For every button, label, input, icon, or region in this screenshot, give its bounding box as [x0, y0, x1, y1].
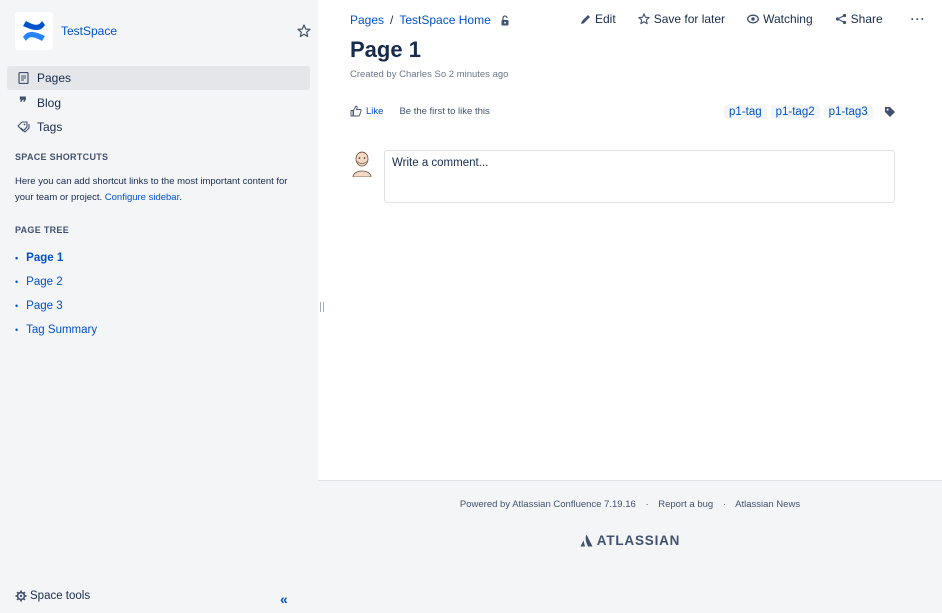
tag-icon[interactable]	[884, 106, 896, 118]
atlassian-news-link[interactable]: Atlassian News	[735, 499, 800, 510]
star-outline-icon	[637, 13, 650, 25]
gear-icon	[15, 590, 27, 602]
like-button[interactable]: Like	[350, 105, 383, 117]
breadcrumb: Pages / TestSpace Home	[350, 13, 511, 27]
comment-input[interactable]: Write a comment...	[384, 150, 895, 203]
sidebar-item-blog[interactable]: ❞ Blog	[7, 91, 310, 115]
space-tools-label: Space tools	[30, 590, 91, 602]
breadcrumb-separator: /	[390, 13, 394, 27]
star-icon[interactable]	[297, 24, 311, 38]
save-for-later-button[interactable]: Save for later	[637, 12, 726, 26]
report-bug-link[interactable]: Report a bug	[658, 499, 713, 510]
page-tree-item-tag-summary[interactable]: Tag Summary	[15, 318, 97, 342]
more-actions-icon[interactable]: ···	[911, 12, 926, 26]
pencil-icon	[579, 13, 591, 25]
sidebar-item-pages[interactable]: Pages	[7, 66, 310, 90]
thumbs-up-icon	[350, 105, 362, 117]
sidebar: TestSpace Pages ❞ Blog Tags SPACE SHORTC…	[0, 0, 318, 613]
page-footer: Powered by Atlassian Confluence 7.19.16 …	[318, 480, 942, 613]
atlassian-logo[interactable]: ATLASSIAN	[318, 533, 942, 548]
page-labels: p1-tag p1-tag2 p1-tag3	[724, 105, 896, 119]
footer-links: Powered by Atlassian Confluence 7.19.16 …	[318, 499, 942, 510]
page-actions: Edit Save for later Watching Share ···	[579, 12, 926, 26]
user-avatar	[352, 151, 372, 177]
share-icon	[835, 13, 847, 25]
sidebar-item-tags[interactable]: Tags	[7, 115, 310, 139]
space-name[interactable]: TestSpace	[61, 24, 117, 38]
footer-separator: ·	[722, 499, 726, 510]
save-for-later-label: Save for later	[653, 12, 726, 26]
space-tools-button[interactable]: Space tools	[15, 590, 90, 602]
sidebar-item-label: Tags	[37, 120, 63, 134]
like-label: Like	[366, 105, 384, 117]
breadcrumb-space-home[interactable]: TestSpace Home	[399, 13, 490, 27]
watching-button[interactable]: Watching	[747, 12, 813, 26]
watching-label: Watching	[763, 12, 813, 26]
space-header[interactable]: TestSpace	[15, 12, 117, 50]
confluence-logo-icon[interactable]	[15, 12, 53, 50]
atlassian-mark-icon	[580, 534, 593, 547]
unlock-icon[interactable]	[500, 14, 511, 26]
sidebar-item-label: Blog	[37, 95, 62, 110]
page-tree-title: PAGE TREE	[15, 225, 70, 235]
label-tag[interactable]: p1-tag3	[823, 105, 873, 119]
tags-icon	[16, 120, 30, 134]
page-tree: Page 1 Page 2 Page 3 Tag Summary	[15, 246, 97, 342]
breadcrumb-pages[interactable]: Pages	[350, 13, 384, 27]
label-tag[interactable]: p1-tag	[724, 105, 767, 119]
page-byline: Created by Charles So 2 minutes ago	[350, 69, 509, 80]
page-tree-item-page-1[interactable]: Page 1	[15, 246, 97, 270]
like-row: Like Be the first to like this	[350, 105, 490, 117]
footer-separator: ·	[645, 499, 649, 510]
atlassian-logo-text: ATLASSIAN	[596, 533, 681, 548]
main-content: Pages / TestSpace Home Edit Save for lat…	[318, 0, 942, 480]
sidebar-item-label: Pages	[37, 71, 72, 85]
pages-icon	[16, 71, 30, 85]
shortcuts-title: SPACE SHORTCUTS	[15, 152, 109, 162]
sidebar-nav: Pages ❞ Blog Tags	[7, 66, 310, 140]
edit-label: Edit	[595, 12, 616, 26]
shortcuts-text: Here you can add shortcut links to the m…	[15, 174, 307, 206]
like-status-text: Be the first to like this	[399, 105, 490, 117]
page-tree-item-page-3[interactable]: Page 3	[15, 294, 97, 318]
collapse-sidebar-icon[interactable]: «	[280, 591, 288, 607]
powered-by-link[interactable]: Powered by Atlassian Confluence 7.19.16	[460, 499, 636, 510]
configure-sidebar-link[interactable]: Configure sidebar.	[105, 192, 182, 203]
page-tree-item-page-2[interactable]: Page 2	[15, 270, 97, 294]
edit-button[interactable]: Edit	[579, 12, 616, 26]
share-button[interactable]: Share	[835, 12, 883, 26]
blog-quote-icon: ❞	[19, 94, 27, 110]
page-title: Page 1	[350, 37, 421, 62]
label-tag[interactable]: p1-tag2	[770, 105, 820, 119]
share-label: Share	[850, 12, 883, 26]
eye-icon	[747, 13, 760, 25]
